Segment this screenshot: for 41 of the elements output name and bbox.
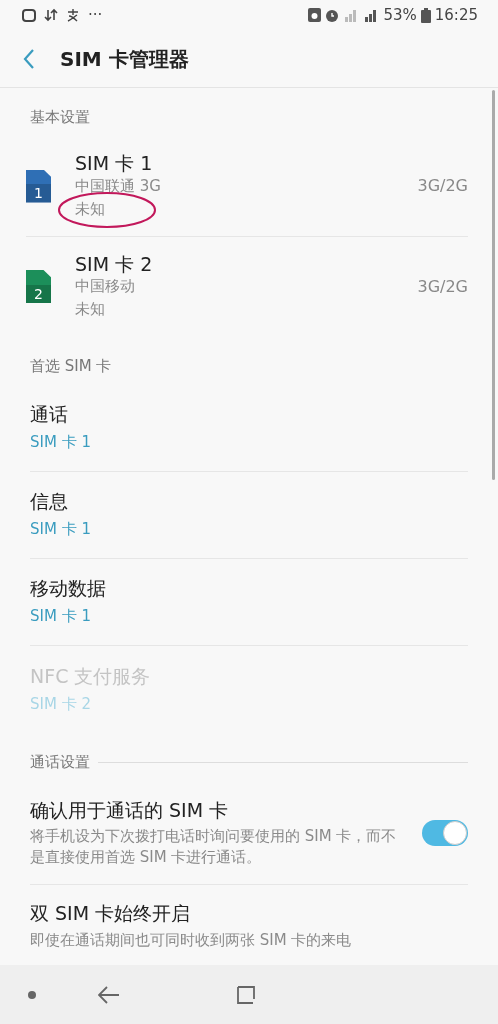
network-mode: 3G/2G — [417, 275, 468, 298]
battery-percent: 53% — [383, 4, 417, 26]
more-notifications: ··· — [88, 4, 103, 26]
clock: 16:25 — [434, 4, 478, 26]
sim-card-row[interactable]: 1 SIM 卡 1 中国联通 3G 未知 3G/2G — [26, 136, 468, 237]
section-header: 首选 SIM 卡 — [30, 355, 112, 377]
setting-value: SIM 卡 1 — [30, 432, 92, 454]
page-title: SIM 卡管理器 — [60, 45, 189, 73]
battery-icon — [420, 7, 431, 23]
sim-name: SIM 卡 2 — [75, 251, 153, 277]
setting-description: 即使在通话期间也可同时收到两张 SIM 卡的来电 — [30, 929, 353, 951]
carrier-label: 中国移动 — [75, 276, 136, 298]
back-icon[interactable] — [98, 985, 120, 1004]
section-header: 通话设置 — [30, 752, 90, 773]
status-label: 未知 — [75, 199, 105, 218]
toggle-switch[interactable] — [422, 819, 468, 846]
sim-name: SIM 卡 1 — [75, 151, 154, 176]
sim-number: 2 — [26, 284, 51, 303]
setting-label: 通话 — [30, 402, 69, 428]
section-header: 基本设置 — [30, 107, 90, 128]
back-icon[interactable] — [22, 47, 36, 70]
alarm-icon — [325, 8, 340, 22]
setting-label: 确认用于通话的 SIM 卡 — [30, 797, 230, 823]
setting-row[interactable]: 通话 SIM 卡 1 — [30, 385, 468, 472]
setting-value: SIM 卡 1 — [30, 606, 92, 628]
setting-label: 信息 — [30, 489, 69, 515]
setting-row[interactable]: 移动数据 SIM 卡 1 — [30, 559, 468, 646]
setting-value: SIM 卡 2 — [30, 693, 92, 715]
network-mode: 3G/2G — [417, 175, 468, 197]
setting-row[interactable]: 信息 SIM 卡 1 — [30, 472, 468, 559]
data-transfer-icon — [44, 8, 58, 22]
carrier-label: 中国联通 3G — [75, 175, 161, 197]
setting-label: 双 SIM 卡始终开启 — [30, 901, 192, 926]
sim-card-row[interactable]: 2 SIM 卡 2 中国移动 未知 3G/2G — [26, 236, 468, 337]
sim-number: 1 — [26, 184, 51, 203]
status-label: 未知 — [75, 300, 105, 319]
setting-value: SIM 卡 1 — [30, 519, 92, 541]
setting-row[interactable]: 确认用于通话的 SIM 卡 将手机设为下次拨打电话时询问要使用的 SIM 卡，而不是直接使用首选 SIM 卡进行通话。 — [30, 781, 468, 886]
setting-description: 将手机设为下次拨打电话时询问要使用的 SIM 卡，而不是直接使用首选 SIM 卡进行通话。 — [30, 826, 398, 869]
setting-label: 移动数据 — [30, 576, 107, 602]
dot-icon — [28, 990, 36, 999]
